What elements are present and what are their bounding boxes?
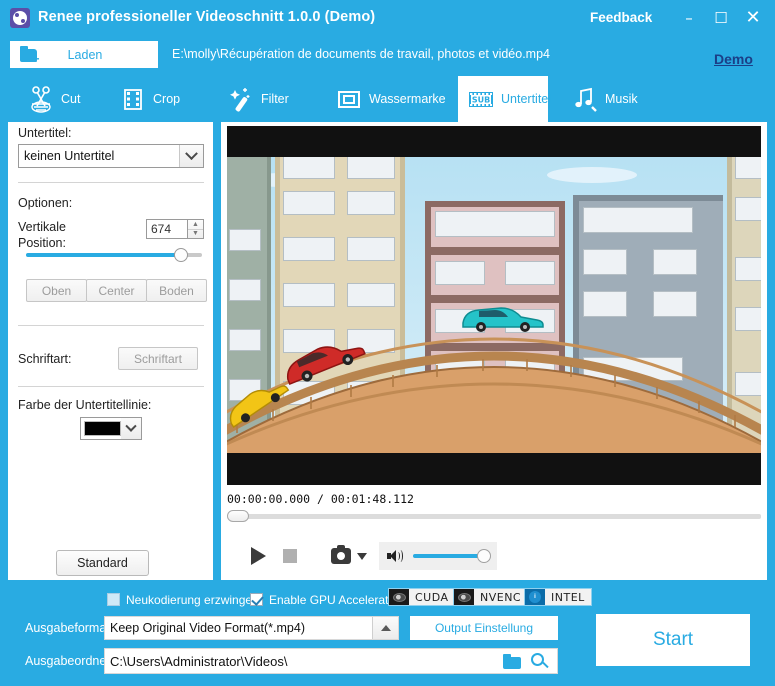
output-format-select[interactable]: Keep Original Video Format(*.mp4) <box>104 616 399 640</box>
badge-nvenc: NVENC <box>453 588 528 606</box>
badge-intel: i INTEL <box>524 588 592 606</box>
subtitle-label: Untertitel: <box>18 126 72 140</box>
slider-knob[interactable] <box>174 248 188 262</box>
timecode-display: 00:00:00.000 / 00:01:48.112 <box>227 492 414 506</box>
demo-link[interactable]: Demo <box>714 51 753 67</box>
load-button[interactable]: + Laden <box>10 41 158 68</box>
align-bottom-button[interactable]: Boden <box>146 279 207 302</box>
maximize-button[interactable]: ☐ <box>710 8 732 28</box>
vertical-position-stepper[interactable]: ▲ ▼ <box>188 219 204 239</box>
reencode-label: Neukodierung erzwingen <box>126 593 259 607</box>
close-button[interactable]: ✕ <box>742 8 764 28</box>
search-icon[interactable] <box>531 653 549 671</box>
svg-text:SUB: SUB <box>472 96 490 105</box>
tab-musik[interactable]: Musik <box>562 76 642 122</box>
folder-browse-icon[interactable] <box>503 654 521 669</box>
play-icon[interactable] <box>251 547 266 565</box>
tab-bar: Cut Crop <box>0 76 775 122</box>
gpu-acceleration-label: Enable GPU Acceleration <box>269 593 404 607</box>
scissors-icon <box>26 84 56 114</box>
tab-crop-label: Crop <box>153 92 180 106</box>
chevron-up-icon[interactable] <box>372 617 398 639</box>
tab-musik-label: Musik <box>605 92 638 106</box>
load-button-label: Laden <box>40 48 130 62</box>
options-label: Optionen: <box>18 196 72 210</box>
title-bar: Renee professioneller Videoschnitt 1.0.0… <box>0 0 775 36</box>
divider-2 <box>18 325 204 326</box>
car-teal <box>459 299 545 333</box>
reencode-checkbox[interactable] <box>107 593 120 606</box>
font-button[interactable]: Schriftart <box>118 347 198 370</box>
subtitle-sub-icon: SUB <box>466 84 496 114</box>
badge-nvenc-label: NVENC <box>474 591 527 604</box>
output-folder-label: Ausgabeordner: <box>25 654 114 668</box>
app-window: Renee professioneller Videoschnitt 1.0.0… <box>0 0 775 686</box>
nvidia-icon-2 <box>454 589 474 605</box>
tab-wassermarke[interactable]: Wassermarke <box>326 76 456 122</box>
seek-slider[interactable] <box>227 510 761 522</box>
output-folder-input[interactable]: C:\Users\Administrator\Videos\ <box>104 648 558 674</box>
feedback-link[interactable]: Feedback <box>590 10 652 25</box>
nvidia-icon <box>389 589 409 605</box>
tab-cut[interactable]: Cut <box>18 76 98 122</box>
align-center-button[interactable]: Center <box>86 279 147 302</box>
subtitle-select-value: keinen Untertitel <box>24 149 114 163</box>
start-button[interactable]: Start <box>596 614 750 666</box>
divider-1 <box>18 182 204 183</box>
divider-3 <box>18 386 204 387</box>
filmstrip-icon <box>118 84 148 114</box>
folder-add-icon: + <box>20 46 40 63</box>
vertical-position-input[interactable]: 674 <box>146 219 188 239</box>
badge-cuda: CUDA <box>388 588 456 606</box>
color-swatch <box>84 421 121 436</box>
magicwand-icon <box>226 84 256 114</box>
tab-untertitel[interactable]: SUB Untertitel <box>458 76 548 122</box>
preview-panel: 00:00:00.000 / 00:01:48.112 <box>221 122 767 580</box>
output-format-value: Keep Original Video Format(*.mp4) <box>110 621 305 635</box>
chevron-down-icon <box>179 145 203 167</box>
badge-cuda-label: CUDA <box>409 591 455 604</box>
standard-button[interactable]: Standard <box>56 550 149 576</box>
watermark-square-icon <box>334 84 364 114</box>
subtitle-settings-panel: Untertitel: keinen Untertitel Optionen: … <box>8 122 213 580</box>
stepper-down-icon[interactable]: ▼ <box>188 230 203 239</box>
music-note-icon <box>570 84 600 114</box>
minimize-button[interactable]: – <box>678 8 700 28</box>
window-title: Renee professioneller Videoschnitt 1.0.0… <box>38 9 375 25</box>
badge-intel-label: INTEL <box>545 591 591 604</box>
vertical-position-label-1: Vertikale <box>18 220 66 234</box>
align-top-button[interactable]: Oben <box>26 279 87 302</box>
volume-knob[interactable] <box>477 549 491 563</box>
font-label: Schriftart: <box>18 352 72 366</box>
seek-knob[interactable] <box>227 510 249 522</box>
output-settings-button[interactable]: Output Einstellung <box>410 616 558 640</box>
stepper-up-icon[interactable]: ▲ <box>188 220 203 230</box>
stop-icon[interactable] <box>283 549 297 563</box>
encoding-options-row: Neukodierung erzwingen Enable GPU Accele… <box>0 588 775 614</box>
video-preview[interactable] <box>227 126 761 485</box>
output-folder-value: C:\Users\Administrator\Videos\ <box>110 654 288 669</box>
vertical-position-slider[interactable] <box>26 248 202 262</box>
intel-icon: i <box>525 589 545 605</box>
speaker-icon[interactable] <box>387 549 401 563</box>
tab-cut-label: Cut <box>61 92 80 106</box>
tab-filter[interactable]: Filter <box>218 76 308 122</box>
output-format-label: Ausgabeformat: <box>25 621 113 635</box>
subtitle-select[interactable]: keinen Untertitel <box>18 144 204 168</box>
snapshot-dropdown-caret-icon[interactable] <box>357 553 367 560</box>
load-bar: + Laden E:\molly\Récupération de documen… <box>0 36 775 74</box>
video-frame <box>227 157 761 453</box>
camera-icon[interactable] <box>331 548 351 564</box>
color-chevron-down-icon <box>121 418 141 439</box>
gpu-acceleration-checkbox[interactable] <box>250 593 263 606</box>
tab-untertitel-label: Untertitel <box>501 92 551 106</box>
app-logo-icon <box>10 8 30 28</box>
tab-crop[interactable]: Crop <box>110 76 200 122</box>
subtitle-color-select[interactable] <box>80 417 142 440</box>
volume-control[interactable] <box>379 542 497 570</box>
tab-wassermarke-label: Wassermarke <box>369 92 446 106</box>
tab-filter-label: Filter <box>261 92 289 106</box>
loaded-file-path: E:\molly\Récupération de documents de tr… <box>172 47 550 61</box>
subtitle-color-label: Farbe der Untertitellinie: <box>18 398 151 412</box>
